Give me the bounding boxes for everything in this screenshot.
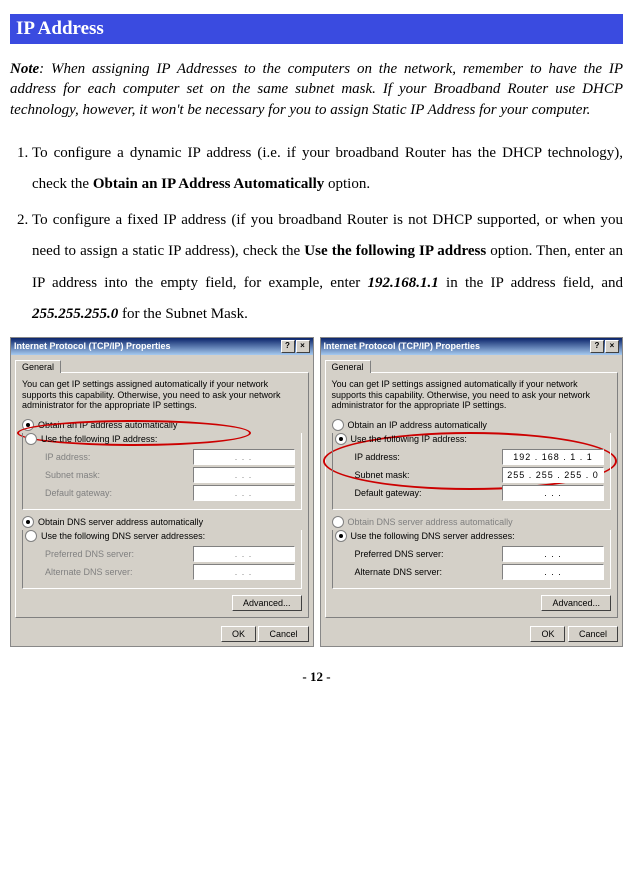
tab-bar: General xyxy=(321,355,623,372)
close-icon[interactable]: × xyxy=(605,340,619,353)
subnet-input[interactable]: 255 . 255 . 255 . 0 xyxy=(502,467,604,483)
subnet-input: . . . xyxy=(193,467,295,483)
radio-use-ip[interactable]: Use the following IP address: xyxy=(25,433,295,445)
radio-auto-dns[interactable]: Obtain DNS server address automatically xyxy=(22,516,302,528)
radio-icon xyxy=(335,433,347,445)
ip-input[interactable]: 192 . 168 . 1 . 1 xyxy=(502,449,604,465)
radio-icon xyxy=(332,419,344,431)
ip-group: Use the following IP address: IP address… xyxy=(22,433,302,510)
cancel-button[interactable]: Cancel xyxy=(258,626,308,642)
radio-icon xyxy=(335,530,347,542)
dialog-buttons: OK Cancel xyxy=(11,622,313,646)
pref-dns-input[interactable]: . . . xyxy=(502,546,604,562)
dialog-auto: Internet Protocol (TCP/IP) Properties ? … xyxy=(10,337,314,647)
dns-group: Use the following DNS server addresses: … xyxy=(22,530,302,589)
advanced-button[interactable]: Advanced... xyxy=(541,595,611,611)
titlebar: Internet Protocol (TCP/IP) Properties ? … xyxy=(11,338,313,355)
window-controls: ? × xyxy=(281,340,310,353)
field-ip: IP address: . . . xyxy=(45,449,295,465)
close-icon[interactable]: × xyxy=(296,340,310,353)
advanced-button[interactable]: Advanced... xyxy=(232,595,302,611)
dialog-title: Internet Protocol (TCP/IP) Properties xyxy=(324,341,481,351)
radio-auto-dns[interactable]: Obtain DNS server address automatically xyxy=(332,516,612,528)
section-header: IP Address xyxy=(10,14,623,44)
gateway-input[interactable]: . . . xyxy=(502,485,604,501)
alt-dns-input: . . . xyxy=(193,564,295,580)
dialog-title: Internet Protocol (TCP/IP) Properties xyxy=(14,341,171,351)
field-pref-dns: Preferred DNS server: . . . xyxy=(355,546,605,562)
field-subnet: Subnet mask: 255 . 255 . 255 . 0 xyxy=(355,467,605,483)
page-number: - 12 - xyxy=(10,669,623,685)
field-alt-dns: Alternate DNS server: . . . xyxy=(45,564,295,580)
instruction-list: To configure a dynamic IP address (i.e. … xyxy=(10,138,623,331)
titlebar: Internet Protocol (TCP/IP) Properties ? … xyxy=(321,338,623,355)
field-alt-dns: Alternate DNS server: . . . xyxy=(355,564,605,580)
tab-bar: General xyxy=(11,355,313,372)
radio-use-ip[interactable]: Use the following IP address: xyxy=(335,433,605,445)
dialog-panel: You can get IP settings assigned automat… xyxy=(325,372,619,618)
radio-icon xyxy=(22,516,34,528)
note-paragraph: Note: When assigning IP Addresses to the… xyxy=(10,59,623,120)
field-gateway: Default gateway: . . . xyxy=(355,485,605,501)
tab-general[interactable]: General xyxy=(325,360,371,373)
help-icon[interactable]: ? xyxy=(590,340,604,353)
field-pref-dns: Preferred DNS server: . . . xyxy=(45,546,295,562)
field-gateway: Default gateway: . . . xyxy=(45,485,295,501)
help-icon[interactable]: ? xyxy=(281,340,295,353)
pref-dns-input: . . . xyxy=(193,546,295,562)
list-item: To configure a dynamic IP address (i.e. … xyxy=(32,138,623,201)
note-label: Note xyxy=(10,61,39,77)
field-ip: IP address: 192 . 168 . 1 . 1 xyxy=(355,449,605,465)
intro-text: You can get IP settings assigned automat… xyxy=(22,379,302,411)
radio-auto-ip[interactable]: Obtain an IP address automatically xyxy=(332,419,612,431)
screenshot-row: Internet Protocol (TCP/IP) Properties ? … xyxy=(10,337,623,647)
ok-button[interactable]: OK xyxy=(221,626,256,642)
note-text: : When assigning IP Addresses to the com… xyxy=(10,61,623,118)
ip-group: Use the following IP address: IP address… xyxy=(332,433,612,510)
intro-text: You can get IP settings assigned automat… xyxy=(332,379,612,411)
dialog-panel: You can get IP settings assigned automat… xyxy=(15,372,309,618)
dns-group: Use the following DNS server addresses: … xyxy=(332,530,612,589)
radio-use-dns[interactable]: Use the following DNS server addresses: xyxy=(335,530,605,542)
alt-dns-input[interactable]: . . . xyxy=(502,564,604,580)
cancel-button[interactable]: Cancel xyxy=(568,626,618,642)
tab-general[interactable]: General xyxy=(15,360,61,373)
radio-icon xyxy=(25,433,37,445)
list-item: To configure a fixed IP address (if you … xyxy=(32,205,623,331)
radio-auto-ip[interactable]: Obtain an IP address automatically xyxy=(22,419,302,431)
field-subnet: Subnet mask: . . . xyxy=(45,467,295,483)
gateway-input: . . . xyxy=(193,485,295,501)
radio-icon xyxy=(332,516,344,528)
window-controls: ? × xyxy=(590,340,619,353)
ok-button[interactable]: OK xyxy=(530,626,565,642)
dialog-static: Internet Protocol (TCP/IP) Properties ? … xyxy=(320,337,624,647)
ip-input: . . . xyxy=(193,449,295,465)
radio-use-dns[interactable]: Use the following DNS server addresses: xyxy=(25,530,295,542)
radio-icon xyxy=(22,419,34,431)
radio-icon xyxy=(25,530,37,542)
dialog-buttons: OK Cancel xyxy=(321,622,623,646)
